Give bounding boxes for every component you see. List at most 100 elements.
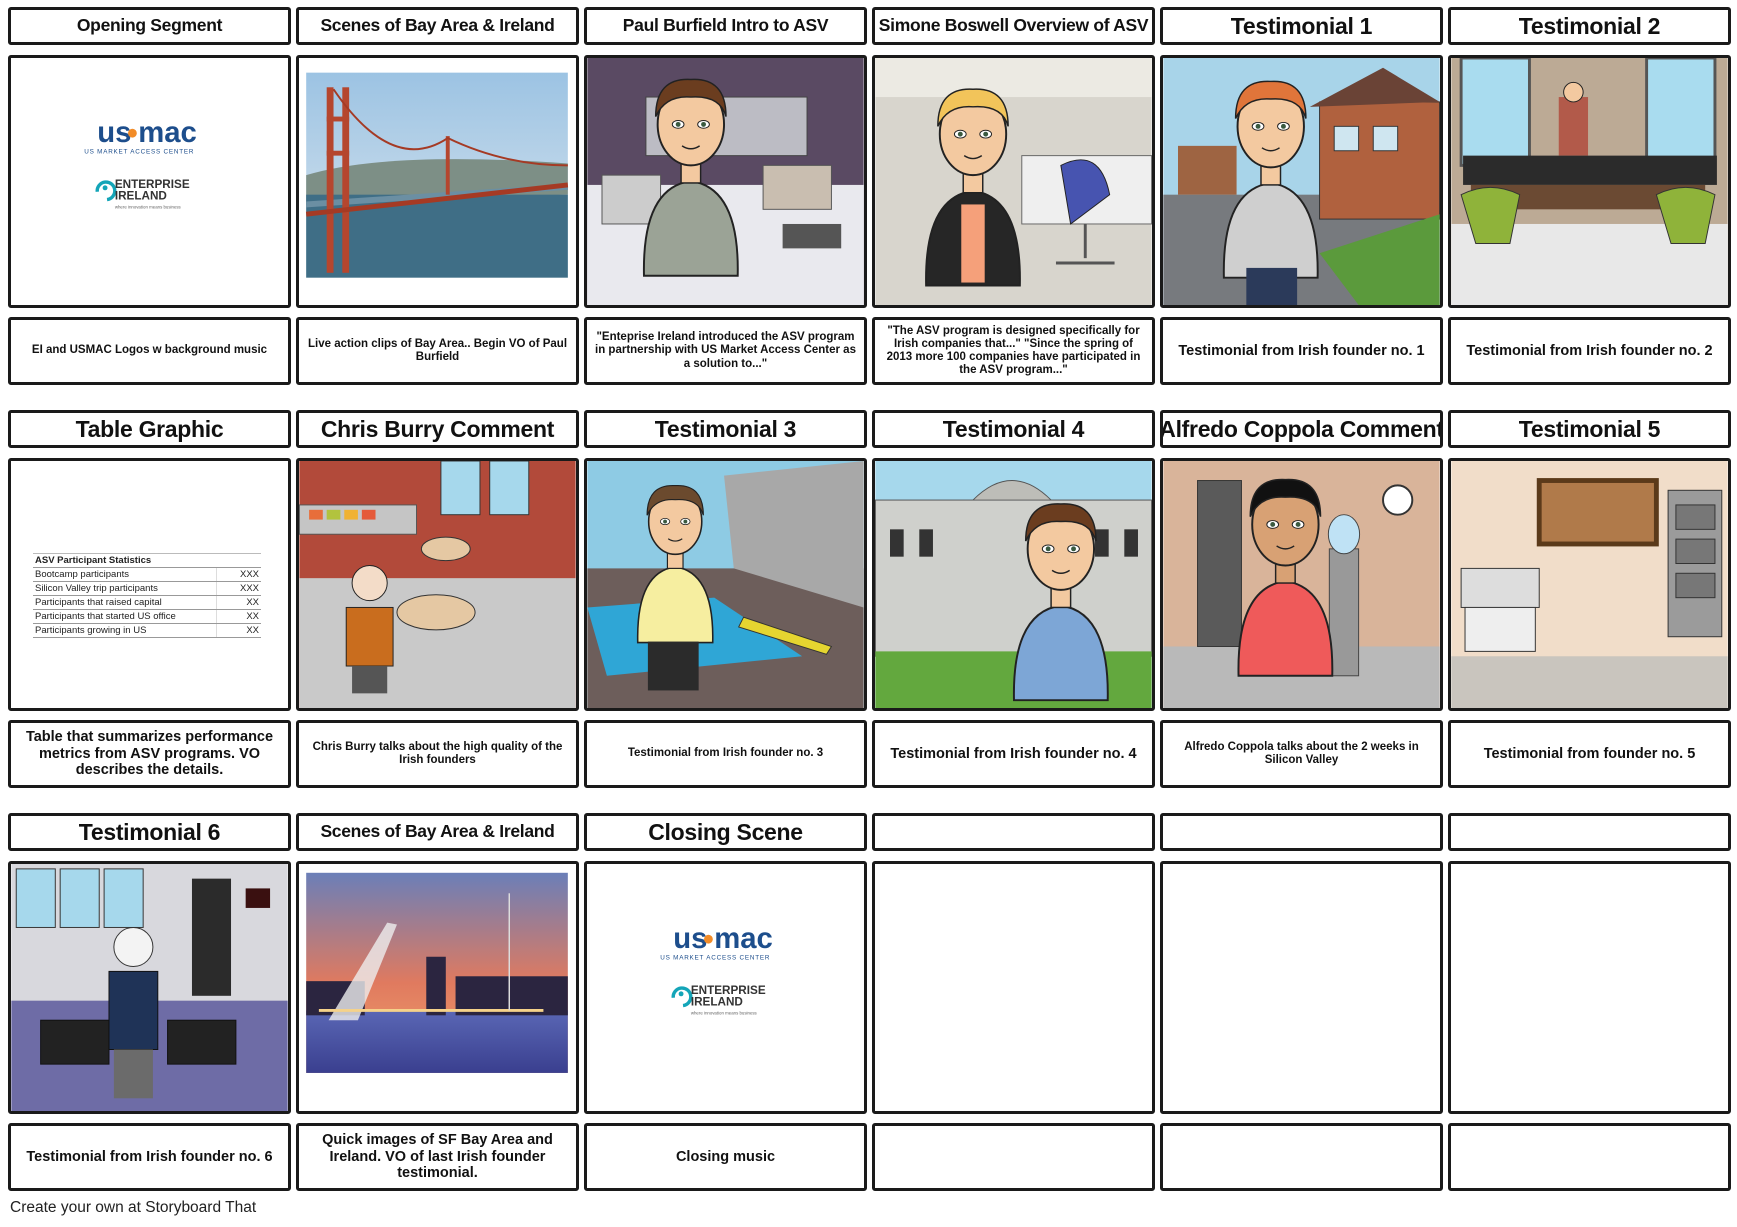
cell-scene	[872, 55, 1155, 308]
cell-scene: us mac US MARKET ACCESS CENTER ENTERPRIS…	[584, 861, 867, 1114]
svg-text:US MARKET ACCESS CENTER: US MARKET ACCESS CENTER	[660, 955, 770, 962]
svg-text:IRELAND: IRELAND	[691, 996, 743, 1009]
svg-text:mac: mac	[714, 922, 773, 955]
cell-scene: ASV Participant Statistics Bootcamp parti…	[8, 458, 291, 711]
stats-label: Participants that raised capital	[33, 595, 217, 610]
stats-row: Silicon Valley trip participants XXX	[33, 581, 261, 596]
cell-title: Alfredo Coppola Comment	[1160, 410, 1443, 448]
cell-title	[1160, 813, 1443, 851]
cell-title: Testimonial 6	[8, 813, 291, 851]
cell-scene: us mac US MARKET ACCESS CENTER ENTERPRIS…	[8, 55, 291, 308]
dublin-bridge-photo	[306, 872, 568, 1073]
cell-title: Testimonial 3	[584, 410, 867, 448]
svg-text:where innovation means busines: where innovation means business	[691, 1010, 758, 1015]
cell-caption	[872, 1123, 1155, 1191]
cell-caption: Testimonial from Irish founder no. 4	[872, 720, 1155, 788]
stats-value: XXX	[216, 567, 261, 582]
cafeteria-scene	[299, 461, 576, 708]
usmac-logo: us mac US MARKET ACCESS CENTER	[660, 922, 773, 962]
logos-graphic: us mac US MARKET ACCESS CENTER ENTERPRIS…	[660, 922, 773, 1015]
cell-caption: Alfredo Coppola talks about the 2 weeks …	[1160, 720, 1443, 788]
cell-caption-text: Testimonial from Irish founder no. 6	[26, 1148, 273, 1165]
cell-caption: Closing music	[584, 1123, 867, 1191]
cell-title: Simone Boswell Overview of ASV	[872, 7, 1155, 45]
cell-title: Testimonial 2	[1448, 7, 1731, 45]
stats-value: XX	[216, 623, 261, 638]
cell-caption	[1160, 1123, 1443, 1191]
cell-title	[872, 813, 1155, 851]
stats-row: Bootcamp participants XXX	[33, 567, 261, 582]
stats-row: Participants that started US office XX	[33, 609, 261, 624]
cell-caption-text: Closing music	[675, 1148, 776, 1165]
pool-scene	[587, 461, 864, 708]
cell-caption-text: Quick images of SF Bay Area and Ireland.…	[322, 1131, 553, 1182]
cell-caption-text: Testimonial from Irish founder no. 1	[1178, 342, 1425, 359]
cell-title: Table Graphic	[8, 410, 291, 448]
footer-credit[interactable]: Create your own at Storyboard That	[10, 1199, 256, 1217]
enterprise-ireland-logo: ENTERPRISE IRELAND where innovation mean…	[671, 984, 766, 1015]
street-scene-testimonial-1	[1163, 58, 1440, 305]
cell-caption-text: Testimonial from founder no. 5	[1483, 745, 1696, 762]
cell-scene	[8, 861, 291, 1114]
cell-title: Closing Scene	[584, 813, 867, 851]
stats-value: XX	[216, 609, 261, 624]
cell-caption: Testimonial from Irish founder no. 6	[8, 1123, 291, 1191]
cell-caption: Testimonial from Irish founder no. 3	[584, 720, 867, 788]
cell-caption-text: Live action clips of Bay Area.. Begin VO…	[307, 337, 568, 363]
cell-caption-text: "The ASV program is designed specificall…	[886, 324, 1141, 377]
cell-scene	[296, 55, 579, 308]
cell-caption: Quick images of SF Bay Area and Ireland.…	[296, 1123, 579, 1191]
cell-scene	[1448, 458, 1731, 711]
cell-scene	[872, 861, 1155, 1114]
logos-graphic: us mac US MARKET ACCESS CENTER ENTERPRIS…	[84, 116, 197, 209]
golden-gate-bridge-photo	[305, 72, 569, 278]
cell-title: Testimonial 4	[872, 410, 1155, 448]
office-scene-simone	[875, 58, 1152, 305]
cell-caption: Table that summarizes performance metric…	[8, 720, 291, 788]
cell-scene	[584, 458, 867, 711]
building-scene	[875, 461, 1152, 708]
cell-title: Testimonial 1	[1160, 7, 1443, 45]
cell-scene	[296, 861, 579, 1114]
cell-title: Paul Burfield Intro to ASV	[584, 7, 867, 45]
cell-caption: Testimonial from Irish founder no. 1	[1160, 317, 1443, 385]
cell-caption: "Enteprise Ireland introduced the ASV pr…	[584, 317, 867, 385]
stats-label: Participants growing in US	[33, 623, 217, 638]
svg-text:IRELAND: IRELAND	[115, 190, 167, 203]
meeting-room-scene	[1451, 58, 1728, 305]
cell-title: Scenes of Bay Area & Ireland	[296, 7, 579, 45]
stats-label: Silicon Valley trip participants	[33, 581, 217, 596]
cell-scene	[1160, 55, 1443, 308]
cell-caption: Testimonial from founder no. 5	[1448, 720, 1731, 788]
cell-scene	[1448, 55, 1731, 308]
enterprise-ireland-logo: ENTERPRISE IRELAND where innovation mean…	[95, 178, 190, 209]
cell-caption: Testimonial from Irish founder no. 2	[1448, 317, 1731, 385]
cell-scene	[872, 458, 1155, 711]
stats-value: XX	[216, 595, 261, 610]
cell-scene	[584, 55, 867, 308]
cell-title: Testimonial 5	[1448, 410, 1731, 448]
cell-caption-text: Testimonial from Irish founder no. 3	[627, 747, 824, 760]
asv-stats-table: ASV Participant Statistics Bootcamp parti…	[33, 553, 261, 638]
svg-text:mac: mac	[138, 116, 197, 149]
cell-caption: EI and USMAC Logos w background music	[8, 317, 291, 385]
stats-row: Participants that raised capital XX	[33, 595, 261, 610]
usmac-logo: us mac US MARKET ACCESS CENTER	[84, 116, 197, 156]
office-water-cooler-scene	[1163, 461, 1440, 708]
cell-caption-text: Table that summarizes performance metric…	[25, 728, 274, 779]
cell-caption: Chris Burry talks about the high quality…	[296, 720, 579, 788]
cell-caption	[1448, 1123, 1731, 1191]
cell-title: Scenes of Bay Area & Ireland	[296, 813, 579, 851]
cell-caption: Live action clips of Bay Area.. Begin VO…	[296, 317, 579, 385]
copier-room-scene	[1451, 461, 1728, 708]
cell-scene	[296, 458, 579, 711]
cell-caption-text: Chris Burry talks about the high quality…	[312, 740, 563, 766]
waiting-room-scene	[11, 864, 288, 1111]
cell-caption-text: Testimonial from Irish founder no. 2	[1466, 342, 1713, 359]
stats-label: Bootcamp participants	[33, 567, 217, 582]
cell-title	[1448, 813, 1731, 851]
cell-caption-text: "Enteprise Ireland introduced the ASV pr…	[595, 331, 856, 370]
cell-title: Opening Segment	[8, 7, 291, 45]
svg-text:where innovation means busines: where innovation means business	[115, 204, 182, 209]
svg-text:us: us	[97, 116, 131, 149]
